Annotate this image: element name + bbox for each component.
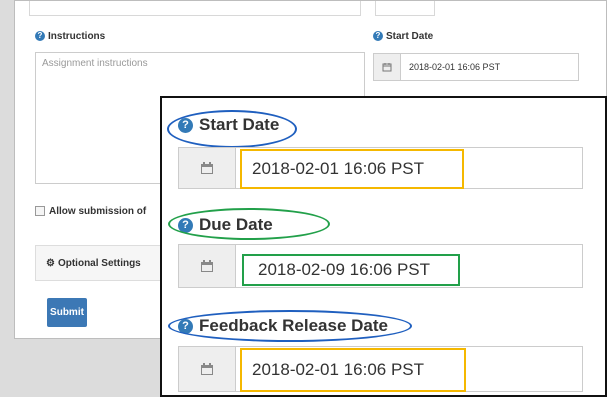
calendar-icon[interactable] bbox=[179, 245, 236, 287]
zoom-feedback-date-value: 2018-02-01 16:06 PST bbox=[240, 348, 466, 392]
instructions-label: ? Instructions bbox=[35, 31, 105, 42]
blue-highlight-ring bbox=[167, 110, 297, 148]
start-date-input-small[interactable]: 2018-02-01 16:06 PST bbox=[373, 53, 579, 81]
start-date-value-small: 2018-02-01 16:06 PST bbox=[409, 62, 501, 72]
optional-settings-label: Optional Settings bbox=[57, 257, 141, 269]
start-date-label-small: ? Start Date bbox=[373, 31, 433, 42]
gear-icon: ⚙ bbox=[46, 257, 55, 269]
allow-submission-label: Allow submission of bbox=[49, 206, 147, 217]
optional-settings-button[interactable]: ⚙ Optional Settings bbox=[35, 245, 175, 281]
zoom-due-date-value: 2018-02-09 16:06 PST bbox=[242, 254, 460, 286]
help-icon: ? bbox=[373, 31, 383, 42]
calendar-icon[interactable] bbox=[374, 54, 401, 80]
previous-field-stub bbox=[29, 1, 361, 16]
zoom-callout-panel: ? Start Date 2018-02-01 16:06 PST ? Due … bbox=[160, 96, 607, 397]
submit-button[interactable]: Submit bbox=[47, 298, 87, 327]
previous-field-stub-right bbox=[375, 1, 435, 16]
instructions-placeholder: Assignment instructions bbox=[42, 58, 148, 69]
calendar-icon[interactable] bbox=[179, 148, 236, 188]
green-highlight-ring bbox=[168, 208, 330, 240]
allow-submission-checkbox[interactable] bbox=[35, 206, 45, 217]
blue-highlight-ring-feedback bbox=[168, 310, 412, 342]
calendar-icon[interactable] bbox=[179, 347, 236, 391]
allow-submission-checkbox-row[interactable]: Allow submission of bbox=[35, 206, 146, 217]
zoom-start-date-value: 2018-02-01 16:06 PST bbox=[240, 149, 464, 189]
help-icon: ? bbox=[35, 31, 45, 42]
